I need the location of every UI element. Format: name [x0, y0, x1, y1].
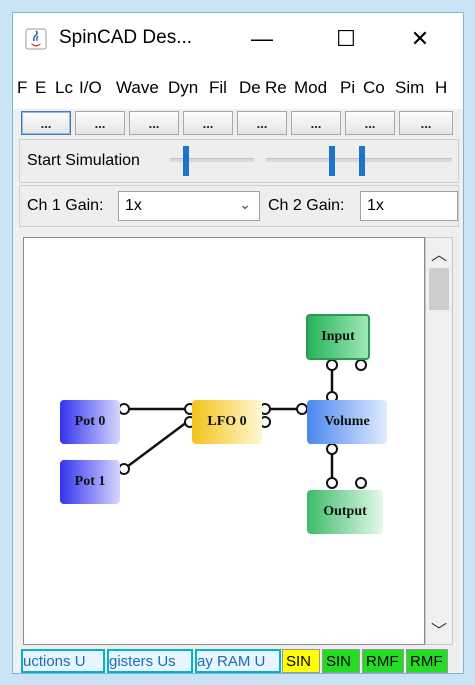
minimize-icon: — [251, 26, 273, 51]
ch2-gain-select[interactable]: 1x [360, 191, 458, 221]
toolbar-button-3[interactable]: ... [129, 111, 179, 135]
rmp1-text: RMF [410, 652, 443, 670]
toolbar-button-1[interactable]: ... [21, 111, 71, 135]
menu-edit[interactable]: E [35, 78, 49, 98]
pot0-block[interactable]: Pot 0 [60, 400, 120, 444]
menu-wave[interactable]: Wave [116, 78, 163, 98]
block-diagram-canvas[interactable]: Pot 0 Pot 1 LFO 0 Input Volume Output [23, 237, 425, 645]
menu-loop[interactable]: Lc [55, 78, 75, 98]
close-icon: ✕ [410, 26, 430, 51]
volume-block[interactable]: Volume [307, 400, 387, 444]
close-button[interactable]: ✕ [397, 21, 443, 57]
toolbar-button-5[interactable]: ... [237, 111, 287, 135]
delay-ram-used-text: ay RAM U [197, 652, 266, 670]
lfo0-block[interactable]: LFO 0 [192, 400, 262, 444]
vertical-scrollbar[interactable]: ︿ ﹀ [425, 237, 453, 645]
main-window: SpinCAD Des... — ☐ ✕ F E Lc I/O Wave Dyn… [12, 12, 464, 674]
volume-output-pin [326, 443, 338, 455]
instructions-used-text: uctions U [23, 652, 86, 670]
instructions-used-indicator: uctions U [21, 649, 105, 673]
registers-used-text: gisters Us [109, 652, 176, 670]
sin0-indicator: SIN [282, 649, 320, 673]
scroll-down-icon[interactable]: ﹀ [426, 616, 452, 642]
toolbar-button-7[interactable]: ... [345, 111, 395, 135]
menu-mod[interactable]: Mod [294, 78, 336, 98]
simulation-row: Start Simulation [19, 139, 459, 183]
output-input-pin-r [355, 477, 367, 489]
lfo0-label: LFO 0 [207, 414, 247, 429]
content-area: ... ... ... ... ... ... ... ... Start Si… [19, 111, 459, 671]
output-input-pin-l [326, 477, 338, 489]
pot0-label: Pot 0 [74, 414, 106, 429]
sin0-text: SIN [286, 652, 312, 670]
menu-control[interactable]: Co [363, 78, 391, 98]
maximize-button[interactable]: ☐ [323, 21, 369, 57]
input-label: Input [321, 329, 355, 344]
minimize-button[interactable]: — [239, 21, 285, 57]
input-block[interactable]: Input [306, 314, 370, 360]
toolbar-button-8[interactable]: ... [399, 111, 453, 135]
delay-ram-used-indicator: ay RAM U [195, 649, 281, 673]
sin1-text: SIN [326, 652, 352, 670]
volume-label: Volume [324, 414, 370, 429]
scroll-thumb[interactable] [429, 268, 449, 310]
pot1-output-pin [118, 463, 130, 475]
rmp1-indicator: RMF [406, 649, 448, 673]
window-title: SpinCAD Des... [59, 27, 193, 48]
status-bar: uctions U gisters Us ay RAM U SIN SIN RM… [19, 649, 459, 673]
pot2-slider-thumb[interactable] [359, 146, 365, 176]
start-simulation-button[interactable]: Start Simulation [27, 152, 140, 170]
menu-help[interactable]: H [435, 78, 455, 98]
ch2-gain-value: 1x [367, 197, 384, 214]
sin1-indicator: SIN [322, 649, 360, 673]
menu-io[interactable]: I/O [79, 78, 111, 98]
input-output-pin-r [355, 359, 367, 371]
registers-used-indicator: gisters Us [107, 649, 193, 673]
volume-input-pin [296, 403, 308, 415]
menu-file[interactable]: F [17, 78, 29, 98]
ch1-gain-label: Ch 1 Gain: [27, 197, 104, 214]
menu-sim[interactable]: Sim [395, 78, 431, 98]
rmp0-text: RMF [366, 652, 399, 670]
toolbar-button-2[interactable]: ... [75, 111, 125, 135]
ch1-gain-select[interactable]: 1x ⌄ [118, 191, 260, 221]
menu-dynamics[interactable]: Dyn [168, 78, 204, 98]
output-label: Output [323, 504, 367, 519]
rmp0-indicator: RMF [362, 649, 404, 673]
menu-delay[interactable]: De [239, 78, 261, 98]
menu-reverb[interactable]: Re [265, 78, 291, 98]
pot0-output-pin [118, 403, 130, 415]
ch1-gain-value: 1x [125, 197, 142, 214]
java-icon [25, 28, 47, 50]
output-block[interactable]: Output [307, 490, 383, 534]
pot0-slider-thumb[interactable] [183, 146, 189, 176]
pot1-label: Pot 1 [74, 474, 106, 489]
scroll-up-icon[interactable]: ︿ [426, 240, 452, 266]
input-output-pin-l [326, 359, 338, 371]
title-bar[interactable]: SpinCAD Des... — ☐ ✕ [13, 13, 463, 69]
ch2-gain-label: Ch 2 Gain: [268, 197, 345, 214]
toolbar-button-6[interactable]: ... [291, 111, 341, 135]
toolbar-button-4[interactable]: ... [183, 111, 233, 135]
chevron-down-icon: ⌄ [239, 196, 251, 212]
menu-pitch[interactable]: Pi [340, 78, 358, 98]
pot1-block[interactable]: Pot 1 [60, 460, 120, 504]
menu-filters[interactable]: Fil [209, 78, 235, 98]
gain-row: Ch 1 Gain: 1x ⌄ Ch 2 Gain: 1x [19, 185, 459, 227]
wire-pot1-lfo0 [123, 420, 188, 471]
maximize-icon: ☐ [336, 26, 356, 51]
pot1-slider-thumb[interactable] [329, 146, 335, 176]
menu-bar: F E Lc I/O Wave Dyn Fil De Re Mod Pi Co … [13, 69, 463, 109]
